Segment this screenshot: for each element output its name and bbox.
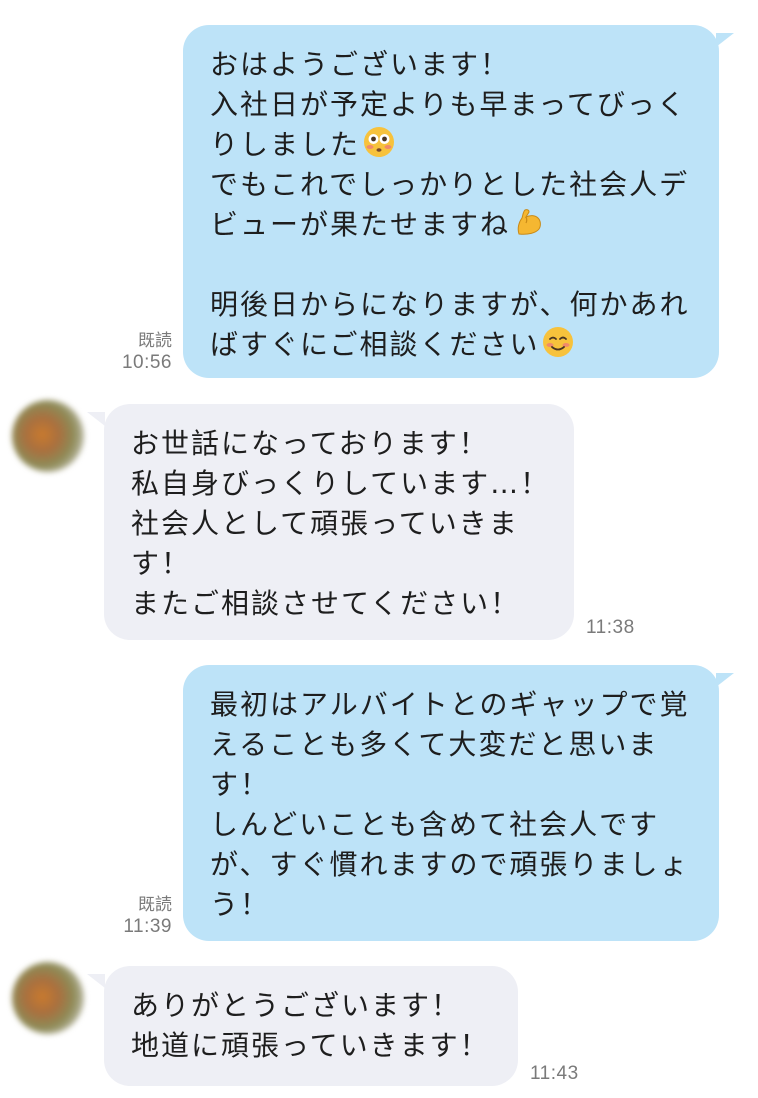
message-line: 私自身びっくりしています…！: [131, 467, 551, 500]
message-timestamp: 11:38: [586, 617, 635, 638]
message-line: えることも多くて大変だと思いま: [210, 728, 659, 761]
message-line: でもこれでしっかりとした社会人デ: [210, 168, 690, 201]
message-line: す！: [131, 547, 192, 580]
message-line: 社会人として頑張っていきま: [131, 507, 519, 540]
message-line: 地道に頑張っていきます！: [131, 1029, 490, 1062]
message-line: ビューが果たせますね: [210, 205, 719, 245]
read-receipt: 既読: [138, 895, 172, 915]
message-line: ありがとうございます！: [131, 989, 462, 1022]
message-line: 明後日からになりますが、何かあれ: [210, 288, 690, 321]
bubble-tail: [87, 974, 105, 988]
message-line: ばすぐにご相談ください: [210, 325, 719, 365]
read-receipt: 既読: [138, 331, 172, 351]
message-line: りしました: [210, 125, 719, 165]
message-line: お世話になっております！: [131, 427, 489, 460]
message-line: す！: [210, 768, 271, 801]
message-line: またご相談させてください！: [131, 587, 521, 620]
message-line: おはようございます！: [210, 48, 511, 81]
smiling-face-emoji: [542, 326, 574, 369]
message-timestamp: 11:43: [530, 1063, 579, 1084]
incoming-message-bubble[interactable]: お世話になっております！ 私自身びっくりしています…！ 社会人として頑張っていき…: [104, 404, 574, 640]
bubble-tail: [716, 33, 734, 47]
outgoing-message-bubble[interactable]: 最初はアルバイトとのギャップで覚 えることも多くて大変だと思いま す！ しんどい…: [183, 665, 719, 941]
contact-avatar[interactable]: [12, 962, 84, 1034]
message-timestamp: 10:56: [121, 352, 172, 373]
message-line: しんどいことも含めて社会人です: [210, 808, 660, 841]
flexed-biceps-emoji: [513, 206, 545, 249]
bubble-tail: [87, 412, 105, 426]
outgoing-message-bubble[interactable]: おはようございます！ 入社日が予定よりも早まってびっく りしました でもこれでし…: [183, 25, 719, 378]
message-line: う！: [210, 888, 271, 921]
message-line: 入社日が予定よりも早まってびっく: [210, 88, 687, 121]
message-timestamp: 11:39: [123, 916, 172, 937]
contact-avatar[interactable]: [12, 400, 84, 472]
message-line: が、すぐ慣れますので頑張りましょ: [210, 848, 690, 881]
message-line: 最初はアルバイトとのギャップで覚: [210, 688, 690, 721]
bubble-tail: [716, 673, 734, 687]
incoming-message-bubble[interactable]: ありがとうございます！ 地道に頑張っていきます！: [104, 966, 518, 1086]
flushed-face-emoji: [363, 126, 395, 169]
